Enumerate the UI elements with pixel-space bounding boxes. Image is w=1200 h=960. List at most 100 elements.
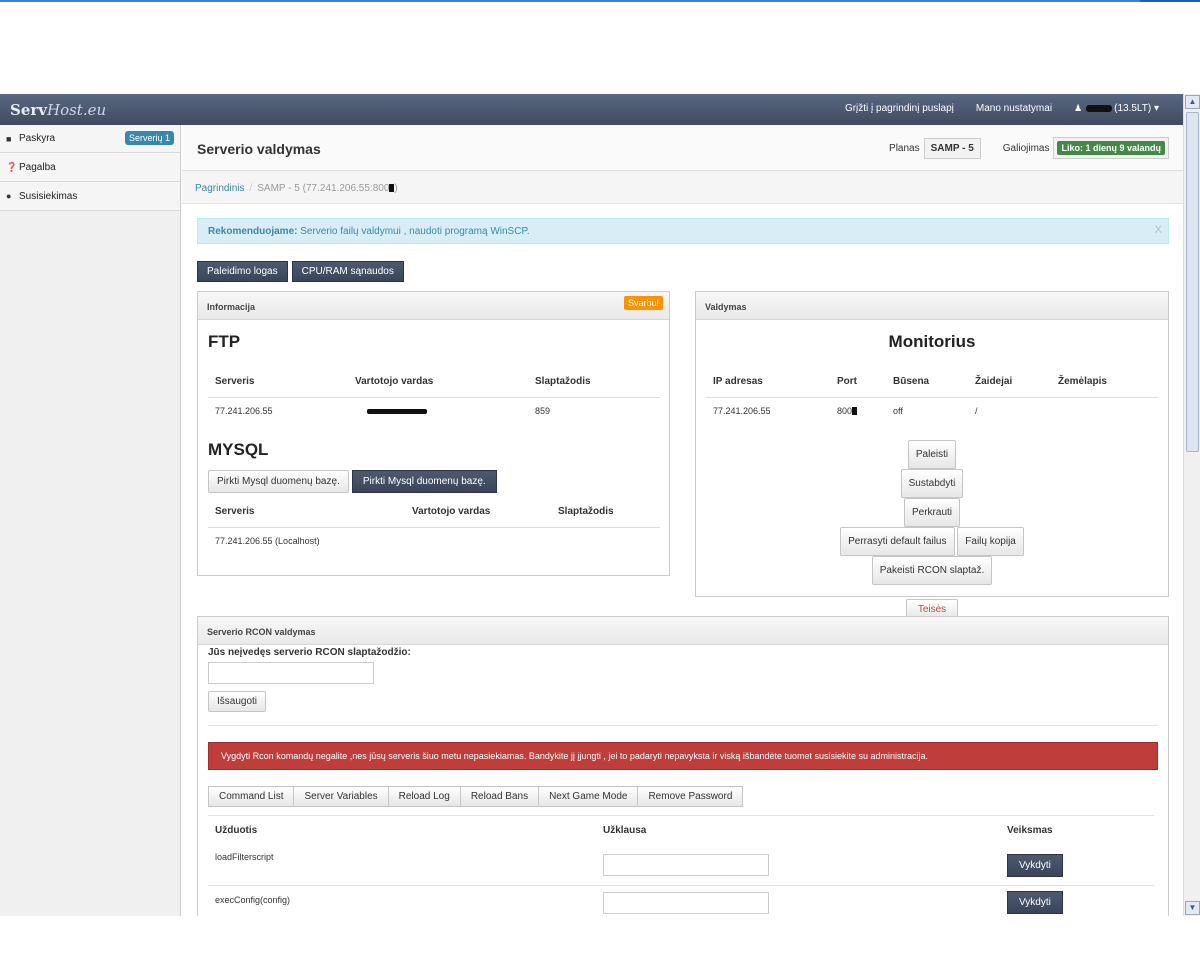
page-scrollbar[interactable]: ▲ ▼ xyxy=(1183,94,1200,916)
execute-button[interactable]: Vykdyti xyxy=(1007,891,1063,915)
browser-viewport: ServHost.eu Grįžti į pagrindinį puslapį … xyxy=(0,94,1200,916)
stop-server-button[interactable]: Sustabdyti xyxy=(900,469,964,498)
table-row: 77.241.206.55 859 xyxy=(208,397,660,424)
col-task: Užduotis xyxy=(215,825,258,837)
user-icon: ♟ xyxy=(1074,103,1083,113)
files-backup-button[interactable]: Failų kopija xyxy=(957,527,1024,556)
col-port: Port xyxy=(830,367,886,398)
ftp-heading: FTP xyxy=(208,332,241,351)
control-panel: Valdymas Monitorius IP adresas Port Būse… xyxy=(695,291,1169,620)
sidebar-item-label: Pagalba xyxy=(19,161,56,173)
redacted-username xyxy=(1086,104,1113,112)
monitor-map xyxy=(1051,397,1158,424)
mysql-heading: MYSQL xyxy=(208,440,269,459)
startup-log-button[interactable]: Paleidimo logas xyxy=(197,261,288,282)
restart-server-button[interactable]: Perkrauti xyxy=(903,498,960,527)
col-username: Vartotojo vardas xyxy=(348,367,528,398)
alert-text: Serverio failų valdymui , naudoti progra… xyxy=(297,226,530,237)
mysql-table: Serveris Vartotojo vardas Slaptažodis 77… xyxy=(208,497,660,554)
reload-bans-button[interactable]: Reload Bans xyxy=(459,786,540,807)
info-panel: Informacija Svarbu! FTP Serveris Vartoto… xyxy=(197,291,670,576)
table-row: 77.241.206.55 (Localhost) xyxy=(208,527,660,554)
reload-log-button[interactable]: Reload Log xyxy=(387,786,461,807)
col-server: Serveris xyxy=(208,367,348,398)
sidebar-item-account[interactable]: ■ Paskyra Serverių 1 xyxy=(0,125,180,153)
sidebar-item-label: Susisiekimas xyxy=(19,190,78,202)
control-panel-title: Valdymas xyxy=(696,292,1168,320)
col-map: Žemėlapis xyxy=(1051,367,1158,398)
user-balance: (13.5LT) xyxy=(1114,103,1152,114)
table-row: loadFilterscript Vykdyti xyxy=(208,846,1154,886)
breadcrumb-separator: / xyxy=(249,183,253,194)
remove-password-button[interactable]: Remove Password xyxy=(637,786,744,807)
user-menu[interactable]: ♟ (13.5LT) ▾ xyxy=(1074,103,1159,114)
redacted-port-digit xyxy=(852,407,858,416)
alert-title: Rekomenduojame: xyxy=(208,226,298,237)
reset-default-files-button[interactable]: Perrasyti default failus xyxy=(840,527,955,556)
buy-mysql-button[interactable]: Pirkti Mysql duomenų bazę. xyxy=(208,470,349,493)
monitor-table: IP adresas Port Būsena Žaidejai Žemėlapi… xyxy=(706,367,1158,424)
close-icon[interactable]: X xyxy=(1155,224,1162,236)
plan-value: SAMP - 5 xyxy=(923,137,981,159)
servers-count-badge[interactable]: Serverių 1 xyxy=(124,131,174,145)
command-list-button[interactable]: Command List xyxy=(208,786,295,807)
task-name: execConfig(config) xyxy=(215,895,291,905)
breadcrumb: Pagrindinis / SAMP - 5 (77.241.206.55:800) xyxy=(182,171,1183,204)
start-server-button[interactable]: Paleisti xyxy=(907,440,957,469)
brand-logo[interactable]: ServHost.eu xyxy=(10,101,106,119)
server-variables-button[interactable]: Server Variables xyxy=(293,786,389,807)
query-input[interactable] xyxy=(603,891,769,914)
col-password: Slaptažodis xyxy=(528,367,660,398)
ftp-table: Serveris Vartotojo vardas Slaptažodis 77… xyxy=(208,367,660,424)
ftp-server: 77.241.206.55 xyxy=(215,405,273,416)
rcon-error-alert: Vygdyti Rcon komandų negalite ,nes jūsų … xyxy=(208,742,1158,770)
validity-label: Galiojimas xyxy=(1002,142,1050,154)
sidebar-item-help[interactable]: ❓ Pagalba xyxy=(0,153,180,182)
buy-mysql-button-active[interactable]: Pirkti Mysql duomenų bazę. xyxy=(351,470,497,493)
sidebar: ■ Paskyra Serverių 1 ❓ Pagalba ● Susisie… xyxy=(0,125,181,916)
rcon-password-prompt: Jūs neįvedęs serverio RCON slaptažodžio: xyxy=(208,647,411,658)
col-query: Užklausa xyxy=(603,825,647,837)
plan-label: Planas xyxy=(889,142,920,154)
query-input[interactable] xyxy=(603,854,769,877)
ftp-password: 859 xyxy=(535,405,551,416)
monitor-port: 800 xyxy=(830,397,886,424)
help-icon: ❓ xyxy=(6,161,18,172)
account-icon: ■ xyxy=(6,133,12,144)
col-action: Veiksmas xyxy=(1007,825,1053,837)
sidebar-item-contact[interactable]: ● Susisiekimas xyxy=(0,182,180,211)
scroll-down-arrow-icon[interactable]: ▼ xyxy=(1185,901,1200,915)
col-status: Būsena xyxy=(886,367,968,398)
execute-button[interactable]: Vykdyti xyxy=(1007,853,1063,877)
change-rcon-password-button[interactable]: Pakeisti RCON slaptaž. xyxy=(871,556,993,585)
browser-top-line xyxy=(0,0,1200,2)
rcon-panel: Serverio RCON valdymas Jūs neįvedęs serv… xyxy=(197,616,1169,916)
rcon-password-input[interactable] xyxy=(208,662,374,684)
scroll-up-arrow-icon[interactable]: ▲ xyxy=(1185,95,1200,109)
page-title: Serverio valdymas xyxy=(197,141,321,157)
monitor-heading: Monitorius xyxy=(888,332,976,351)
cpu-ram-usage-button[interactable]: CPU/RAM sąnaudos xyxy=(291,261,404,282)
nav-link-home[interactable]: Grįžti į pagrindinį puslapį xyxy=(845,103,954,114)
important-badge: Svarbu! xyxy=(623,296,663,310)
rcon-command-group: Command List Server Variables Reload Log… xyxy=(208,786,1158,807)
table-row: 77.241.206.55 800 off / xyxy=(706,397,1158,424)
monitor-players: / xyxy=(975,405,978,416)
monitor-ip: 77.241.206.55 xyxy=(713,405,771,416)
table-row: execConfig(config) Vykdyti xyxy=(208,886,1154,917)
nav-link-settings[interactable]: Mano nustatymai xyxy=(976,103,1052,114)
ftp-username xyxy=(348,397,528,424)
recommend-alert: Rekomenduojame: Serverio failų valdymui … xyxy=(197,218,1169,244)
browser-top-line-accent xyxy=(1140,0,1200,2)
next-game-mode-button[interactable]: Next Game Mode xyxy=(538,786,639,807)
scrollbar-thumb[interactable] xyxy=(1186,112,1199,452)
sidebar-item-label: Paskyra xyxy=(19,133,56,144)
col-players: Žaidejai xyxy=(968,367,1051,398)
save-rcon-password-button[interactable]: Išsaugoti xyxy=(208,691,267,712)
breadcrumb-current: SAMP - 5 (77.241.206.55:800 xyxy=(257,183,390,194)
col-server: Serveris xyxy=(208,497,405,528)
rcon-panel-title: Serverio RCON valdymas xyxy=(198,617,1168,645)
main-content: Serverio valdymas Planas SAMP - 5 Galioj… xyxy=(182,125,1183,916)
top-navbar: ServHost.eu Grįžti į pagrindinį puslapį … xyxy=(0,94,1183,125)
breadcrumb-home[interactable]: Pagrindinis xyxy=(195,183,244,194)
